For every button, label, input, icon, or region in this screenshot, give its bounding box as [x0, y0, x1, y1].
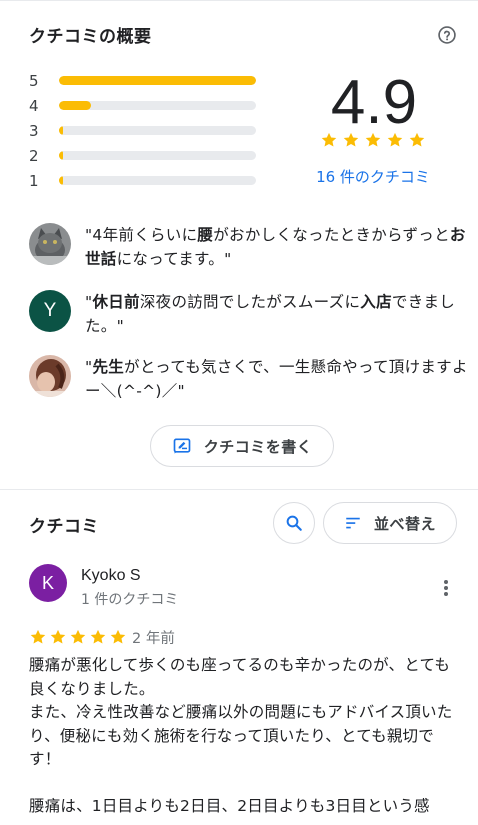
star-icon [387, 132, 403, 147]
help-icon[interactable] [437, 25, 457, 45]
search-reviews-button[interactable] [273, 502, 315, 544]
review-snippet[interactable]: "先生がとっても気さくで、一生懸命やって頂けますよー＼(^-^)／" [29, 355, 469, 403]
rating-bar-row: 5 [29, 68, 261, 93]
average-rating: 4.9 [330, 68, 418, 137]
review-snippet[interactable]: Y "休日前深夜の訪問でしたがスムーズに入店できました。" [29, 290, 469, 338]
rating-bar-track [59, 76, 256, 85]
star-icon [30, 629, 46, 644]
review-count-link[interactable]: 16 件のクチコミ [300, 166, 446, 187]
rating-bar-label: 5 [29, 71, 39, 90]
snippet-fragment: "4年前くらいに [85, 226, 198, 244]
more-options-button[interactable] [436, 577, 456, 599]
rating-bar-track [59, 176, 256, 185]
star-icon [321, 132, 337, 147]
reviewer-avatar[interactable]: K [29, 564, 67, 602]
review-body: 腰痛が悪化して歩くのも座ってるのも辛かったのが、とても良くなりました。 また、冷… [29, 656, 453, 815]
snippet-text: "休日前深夜の訪問でしたがスムーズに入店できました。" [85, 290, 469, 338]
rating-bar-fill [59, 126, 63, 135]
star-icon [50, 629, 66, 644]
write-review-icon [173, 438, 191, 454]
rating-bar-label: 2 [29, 146, 39, 165]
rating-bar-track [59, 101, 256, 110]
rating-bar-row: 3 [29, 118, 261, 143]
photo-avatar [29, 355, 71, 397]
sort-icon [346, 517, 360, 529]
review-date: 2 年前 [132, 631, 175, 647]
search-icon [286, 515, 302, 531]
avatar: Y [29, 290, 71, 332]
rating-bar-label: 4 [29, 96, 39, 115]
star-icon [70, 629, 86, 644]
average-stars [320, 131, 426, 149]
snippet-fragment: がとっても気さくで、一生懸命やって頂けますよー＼(^-^)／" [85, 358, 468, 400]
snippet-text: "先生がとっても気さくで、一生懸命やって頂けますよー＼(^-^)／" [85, 355, 469, 403]
rating-bar-label: 3 [29, 121, 39, 140]
reviewer-name[interactable]: Kyoko S [81, 567, 141, 585]
rating-bar-fill [59, 76, 256, 85]
snippet-highlight: 入店 [360, 293, 392, 311]
rating-bar-row: 1 [29, 168, 261, 193]
rating-distribution: 5 4 3 2 1 [29, 68, 261, 193]
review-stars [29, 628, 129, 646]
avatar-letter: K [41, 572, 54, 593]
sort-label: 並べ替え [373, 514, 436, 533]
rating-bar-row: 2 [29, 143, 261, 168]
rating-bar-fill [59, 176, 63, 185]
more-dot [444, 592, 448, 596]
snippet-fragment: がおかしくなったときからずっと [213, 226, 450, 244]
rating-bar-fill [59, 101, 91, 110]
snippet-highlight: 休日前 [92, 293, 140, 311]
star-icon [90, 629, 106, 644]
write-review-button[interactable]: クチコミを書く [150, 425, 334, 467]
star-icon [365, 132, 381, 147]
snippet-highlight: 腰 [197, 226, 214, 244]
review-snippet[interactable]: "4年前くらいに腰がおかしくなったときからずっとお世話になってます。" [29, 223, 469, 271]
star-icon [409, 132, 425, 147]
reviews-title: クチコミ [29, 517, 99, 537]
top-divider [0, 0, 478, 1]
rating-bar-track [59, 126, 256, 135]
rating-bar-track [59, 151, 256, 160]
write-review-label: クチコミを書く [203, 437, 313, 456]
star-icon [343, 132, 359, 147]
summary-title: クチコミの概要 [29, 27, 152, 47]
snippet-fragment: 深夜の訪問でしたがスムーズに [139, 293, 361, 311]
rating-bar-label: 1 [29, 171, 39, 190]
star-icon [110, 629, 126, 644]
avatar-letter: Y [43, 300, 57, 321]
sort-button[interactable]: 並べ替え [323, 502, 457, 544]
rating-bar-fill [59, 151, 63, 160]
snippet-highlight: 先生 [92, 358, 125, 376]
more-dot [444, 586, 448, 590]
snippet-text: "4年前くらいに腰がおかしくなったときからずっとお世話になってます。" [85, 223, 469, 271]
cat-avatar [29, 223, 71, 265]
snippet-fragment: になってます。" [116, 250, 232, 268]
rating-bar-row: 4 [29, 93, 261, 118]
reviewer-meta: 1 件のクチコミ [81, 592, 179, 608]
section-divider [0, 489, 478, 490]
more-dot [444, 580, 448, 584]
